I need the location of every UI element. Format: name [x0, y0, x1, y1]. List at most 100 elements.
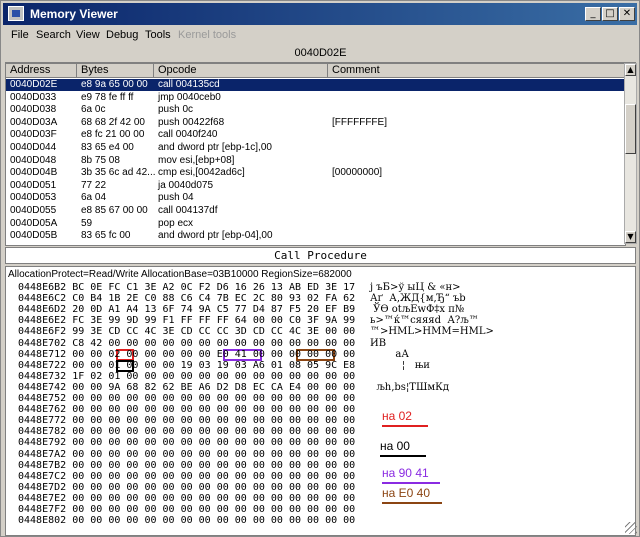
column-header-address[interactable]: Address: [6, 64, 77, 78]
address-bar[interactable]: 0040D02E: [5, 46, 636, 63]
hex-row-bytes[interactable]: 00 00 00 00 00 00 00 00 00 00 00 00 00 0…: [72, 393, 355, 404]
disasm-row[interactable]: 0040D03A 68 68 2f 42 00 push 00422f68 [FFFF…: [6, 117, 625, 129]
menu-view[interactable]: View: [76, 29, 100, 41]
row-bytes: 6a 04: [81, 192, 107, 204]
hex-row[interactable]: 0448E802 00 00 00 00 00 00 00 00 00 00 0…: [18, 515, 355, 526]
app-icon: [8, 6, 24, 21]
row-bytes: e8 85 67 00 00: [81, 205, 148, 216]
hex-row-address: 0448E752: [18, 393, 67, 404]
hex-row-ascii: Аґ А‚ЖД{м,Ђ“ ъb: [370, 293, 466, 305]
maximize-button[interactable]: □: [602, 7, 618, 21]
hex-row-bytes[interactable]: 00 00 9A 68 82 62 BE A6 D2 D8 EC CA E4 0…: [72, 382, 355, 393]
close-button[interactable]: ✕: [619, 7, 635, 21]
hex-row[interactable]: 0448E762 00 00 00 00 00 00 00 00 00 00 0…: [18, 404, 355, 415]
scroll-down-arrow-icon[interactable]: ▼: [625, 231, 636, 243]
hex-row[interactable]: 0448E7D2 00 00 00 00 00 00 00 00 00 00 0…: [18, 482, 355, 493]
column-header-bytes[interactable]: Bytes: [77, 64, 154, 78]
hex-row-bytes[interactable]: 99 3E CD CC 4C 3E CD CC CC 3D CD CC 4C 3…: [72, 326, 355, 337]
hex-row[interactable]: 0448E732 1F 02 01 00 00 00 00 00 00 00 0…: [18, 371, 355, 382]
disassembler-view[interactable]: Address Bytes Opcode Comment 0040D02E e8 …: [5, 63, 626, 246]
hex-row[interactable]: 0448E712 00 00 02 00 00 00 00 00 E0 41 0…: [18, 349, 355, 360]
hex-row[interactable]: 0448E792 00 00 00 00 00 00 00 00 00 00 0…: [18, 437, 355, 448]
hex-row-bytes[interactable]: 00 00 00 00 00 00 00 00 00 00 00 00 00 0…: [72, 426, 355, 437]
hex-row-address: 0448E7C2: [18, 470, 67, 482]
hex-row-bytes[interactable]: 00 00 00 00 00 00 00 00 00 00 00 00 00 0…: [72, 504, 355, 515]
title-bar[interactable]: Memory Viewer _ □ ✕: [3, 3, 637, 25]
row-opcode: push 04: [158, 192, 194, 204]
hex-row[interactable]: 0448E752 00 00 00 00 00 00 00 00 00 00 0…: [18, 393, 355, 404]
disasm-row[interactable]: 0040D038 6a 0c push 0c: [6, 104, 625, 116]
hex-row[interactable]: 0448E742 00 00 9A 68 82 62 BE A6 D2 D8 E…: [18, 382, 355, 393]
hex-row[interactable]: 0448E6E2 FC 3E 99 9D 99 F1 FF FF FF 64 0…: [18, 315, 355, 326]
scroll-thumb[interactable]: [625, 104, 636, 154]
menu-tools[interactable]: Tools: [145, 29, 171, 41]
minimize-button[interactable]: _: [585, 7, 601, 21]
row-bytes: 83 65 e4 00: [81, 142, 134, 153]
resize-grip-icon[interactable]: [625, 522, 637, 534]
hex-row-bytes[interactable]: 00 00 01 00 00 00 19 03 19 03 A6 01 08 0…: [72, 360, 355, 371]
disasm-row[interactable]: 0040D044 83 65 e4 00 and dword ptr [ebp-1c…: [6, 142, 625, 154]
hex-row[interactable]: 0448E6C2 C0 B4 1B 2E C0 88 C6 C4 7B EC 2…: [18, 293, 355, 304]
hex-row-bytes[interactable]: 00 00 00 00 00 00 00 00 00 00 00 00 00 0…: [72, 449, 355, 460]
hex-view[interactable]: AllocationProtect=Read/Write AllocationB…: [5, 266, 636, 536]
column-header-comment[interactable]: Comment: [328, 64, 625, 78]
hex-row[interactable]: 0448E6D2 20 0D A1 A4 13 6F 74 9A C5 77 D…: [18, 304, 355, 315]
hex-row-bytes[interactable]: 00 00 00 00 00 00 00 00 00 00 00 00 00 0…: [72, 415, 355, 426]
row-bytes: e9 78 fe ff ff: [81, 91, 134, 103]
hex-row[interactable]: 0448E6B2 BC 0E FC C1 3E A2 0C F2 D6 16 2…: [18, 282, 355, 293]
hex-row[interactable]: 0448E7A2 00 00 00 00 00 00 00 00 00 00 0…: [18, 449, 355, 460]
disasm-row[interactable]: 0040D053 6a 04 push 04: [6, 192, 625, 204]
hex-row[interactable]: 0448E7E2 00 00 00 00 00 00 00 00 00 00 0…: [18, 493, 355, 504]
hex-row[interactable]: 0448E722 00 00 01 00 00 00 19 03 19 03 A…: [18, 360, 355, 371]
menu-file[interactable]: File: [11, 29, 29, 41]
disasm-row[interactable]: 0040D048 8b 75 08 mov esi,[ebp+08]: [6, 155, 625, 167]
hex-row-bytes[interactable]: 20 0D A1 A4 13 6F 74 9A C5 77 D4 87 F5 2…: [72, 304, 355, 315]
disasm-row[interactable]: 0040D05A 59 pop ecx: [6, 218, 625, 230]
row-bytes: 8b 75 08: [81, 154, 120, 166]
hex-row-bytes[interactable]: BC 0E FC C1 3E A2 0C F2 D6 16 26 13 AB E…: [72, 282, 355, 293]
disasm-row[interactable]: 0040D04B 3b 35 6c ad 42... cmp esi,[0042ad…: [6, 167, 625, 179]
hex-row[interactable]: 0448E6F2 99 3E CD CC 4C 3E CD CC CC 3D C…: [18, 326, 355, 337]
hex-row-bytes[interactable]: 00 00 00 00 00 00 00 00 00 00 00 00 00 0…: [72, 515, 355, 526]
column-header-opcode[interactable]: Opcode: [154, 64, 328, 78]
scroll-up-arrow-icon[interactable]: ▲: [625, 64, 636, 76]
hex-row-bytes[interactable]: 1F 02 01 00 00 00 00 00 00 00 00 00 00 0…: [72, 371, 355, 382]
annotation-note-purple: на 90 41: [382, 466, 440, 484]
hex-row-bytes[interactable]: FC 3E 99 9D 99 F1 FF FF FF 64 00 00 C0 3…: [72, 315, 355, 326]
row-address: 0040D02E: [10, 79, 58, 90]
disassembler-scrollbar[interactable]: ▲ ▼: [624, 63, 637, 244]
hex-row[interactable]: 0448E702 C8 42 00 00 00 00 00 00 00 00 0…: [18, 338, 355, 349]
disasm-row[interactable]: 0040D055 e8 85 67 00 00 call 004137df: [6, 205, 625, 217]
hex-row-address: 0448E6F2: [18, 326, 67, 338]
hex-row[interactable]: 0448E772 00 00 00 00 00 00 00 00 00 00 0…: [18, 415, 355, 426]
hex-row-bytes[interactable]: C0 B4 1B 2E C0 88 C6 C4 7B EC 2C 80 93 0…: [72, 293, 355, 304]
hex-row[interactable]: 0448E7C2 00 00 00 00 00 00 00 00 00 00 0…: [18, 471, 355, 482]
hex-row-bytes[interactable]: 00 00 00 00 00 00 00 00 00 00 00 00 00 0…: [72, 460, 355, 471]
hex-row-address: 0448E6C2: [18, 293, 67, 305]
row-opcode: call 0040f240: [158, 129, 218, 141]
row-bytes: 83 65 fc 00: [81, 230, 131, 242]
disasm-row[interactable]: 0040D05B 83 65 fc 00 and dword ptr [ebp-04…: [6, 230, 625, 242]
row-address: 0040D03F: [10, 129, 57, 141]
hex-row-bytes[interactable]: 00 00 02 00 00 00 00 00 E0 41 00 00 00 0…: [72, 349, 355, 360]
hex-row[interactable]: 0448E782 00 00 00 00 00 00 00 00 00 00 0…: [18, 426, 355, 437]
hex-row-bytes[interactable]: 00 00 00 00 00 00 00 00 00 00 00 00 00 0…: [72, 493, 355, 504]
hex-row-bytes[interactable]: C8 42 00 00 00 00 00 00 00 00 00 00 00 0…: [72, 338, 355, 349]
menu-debug[interactable]: Debug: [106, 29, 138, 41]
annotation-underline-black: [380, 455, 426, 457]
disasm-row[interactable]: 0040D051 77 22 ja 0040d075: [6, 180, 625, 192]
disasm-row[interactable]: 0040D02E e8 9a 65 00 00 call 004135cd: [6, 79, 625, 91]
hex-row-bytes[interactable]: 00 00 00 00 00 00 00 00 00 00 00 00 00 0…: [72, 471, 355, 482]
hex-row-address: 0448E712: [18, 348, 67, 360]
hex-row-bytes[interactable]: 00 00 00 00 00 00 00 00 00 00 00 00 00 0…: [72, 437, 355, 448]
disasm-row[interactable]: 0040D03F e8 fc 21 00 00 call 0040f240: [6, 129, 625, 141]
row-opcode: and dword ptr [ebp-04],00: [158, 230, 273, 242]
row-opcode: cmp esi,[0042ad6c]: [158, 167, 245, 179]
hex-row[interactable]: 0448E7B2 00 00 00 00 00 00 00 00 00 00 0…: [18, 460, 355, 471]
hex-row-bytes[interactable]: 00 00 00 00 00 00 00 00 00 00 00 00 00 0…: [72, 404, 355, 415]
menu-search[interactable]: Search: [36, 29, 71, 41]
disasm-row[interactable]: 0040D033 e9 78 fe ff ff jmp 0040ceb0: [6, 92, 625, 104]
hex-row-address: 0448E7F2: [18, 504, 67, 515]
hex-row-bytes[interactable]: 00 00 00 00 00 00 00 00 00 00 00 00 00 0…: [72, 482, 355, 493]
hex-row[interactable]: 0448E7F2 00 00 00 00 00 00 00 00 00 00 0…: [18, 504, 355, 515]
